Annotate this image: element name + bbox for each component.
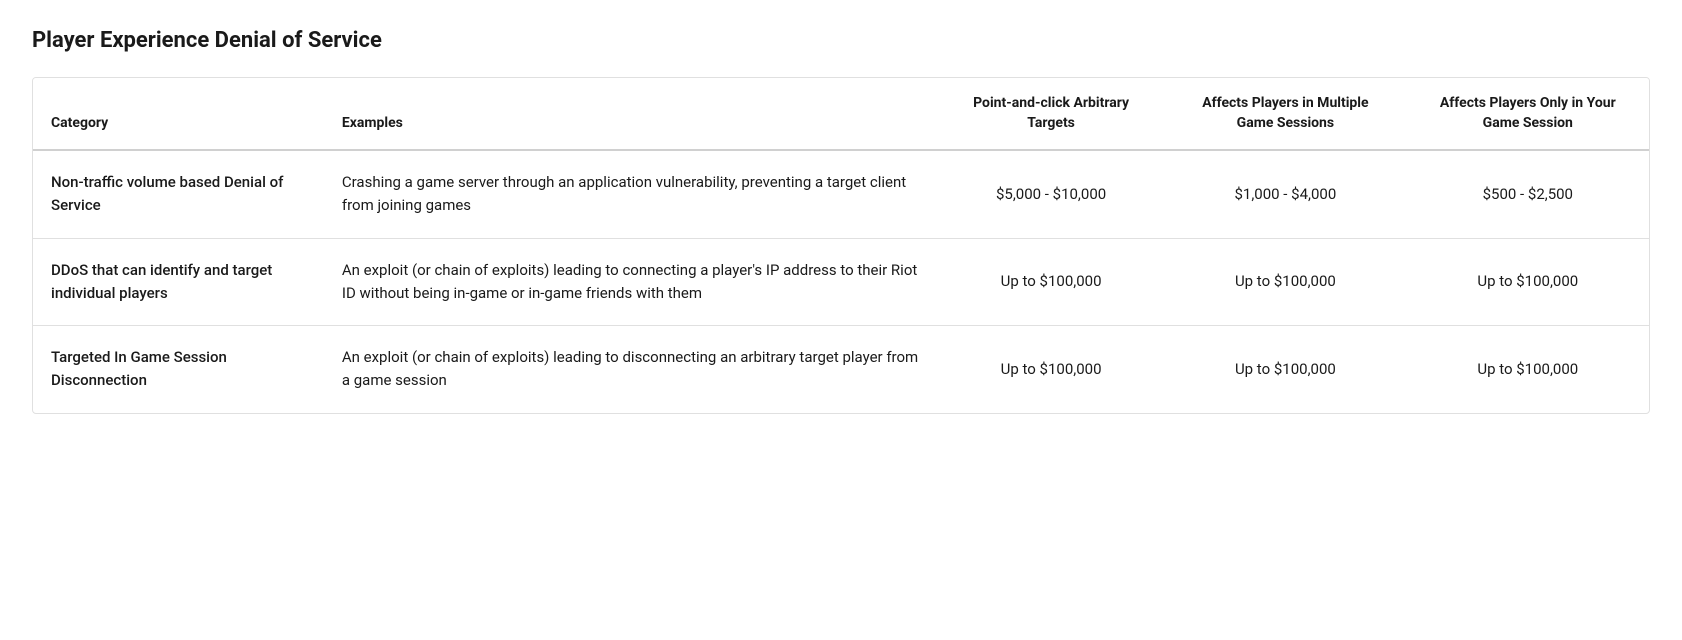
header-col3: Affects Players Only in Your Game Sessio… — [1407, 78, 1649, 150]
row-1-examples: An exploit (or chain of exploits) leadin… — [324, 238, 938, 326]
row-0-examples: Crashing a game server through an applic… — [324, 150, 938, 238]
row-0-col1: $5,000 - $10,000 — [938, 150, 1164, 238]
main-table-wrapper: Category Examples Point-and-click Arbitr… — [32, 77, 1650, 414]
row-1-category: DDoS that can identify and target indivi… — [33, 238, 324, 326]
row-2-col3: Up to $100,000 — [1407, 326, 1649, 413]
table-row: Non-traffic volume based Denial of Servi… — [33, 150, 1649, 238]
row-2-col2: Up to $100,000 — [1164, 326, 1406, 413]
row-1-col3: Up to $100,000 — [1407, 238, 1649, 326]
row-2-examples: An exploit (or chain of exploits) leadin… — [324, 326, 938, 413]
header-category: Category — [33, 78, 324, 150]
page-title: Player Experience Denial of Service — [32, 24, 1650, 57]
row-0-col2: $1,000 - $4,000 — [1164, 150, 1406, 238]
row-2-col1: Up to $100,000 — [938, 326, 1164, 413]
table-row: Targeted In Game Session DisconnectionAn… — [33, 326, 1649, 413]
row-0-category: Non-traffic volume based Denial of Servi… — [33, 150, 324, 238]
header-examples: Examples — [324, 78, 938, 150]
pricing-table: Category Examples Point-and-click Arbitr… — [33, 78, 1649, 413]
row-0-col3: $500 - $2,500 — [1407, 150, 1649, 238]
table-row: DDoS that can identify and target indivi… — [33, 238, 1649, 326]
table-header-row: Category Examples Point-and-click Arbitr… — [33, 78, 1649, 150]
row-1-col1: Up to $100,000 — [938, 238, 1164, 326]
row-1-col2: Up to $100,000 — [1164, 238, 1406, 326]
row-2-category: Targeted In Game Session Disconnection — [33, 326, 324, 413]
header-col2: Affects Players in Multiple Game Session… — [1164, 78, 1406, 150]
header-col1: Point-and-click Arbitrary Targets — [938, 78, 1164, 150]
